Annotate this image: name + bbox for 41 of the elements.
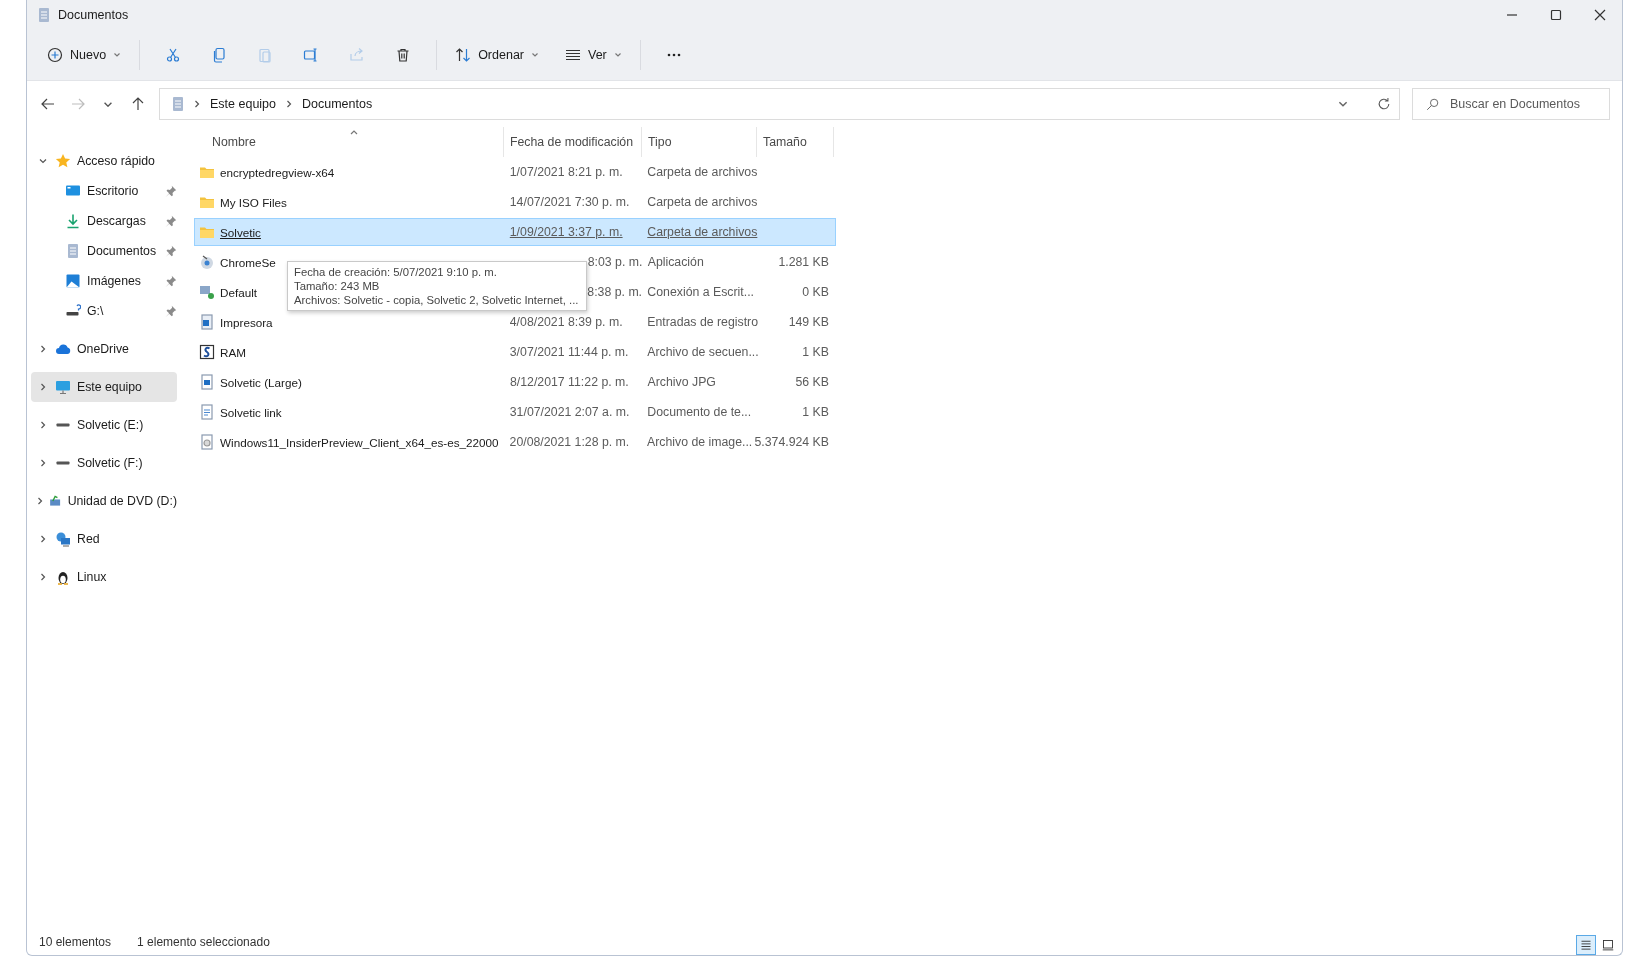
type-cell: Documento de te... [647,405,752,419]
date-cell: 3/07/2021 11:44 p. m. [509,345,629,359]
file-name: Impresora [220,315,273,329]
date-cell: 1/09/2021 3:37 p. m. [509,225,623,239]
date-cell: 14/07/2021 7:30 p. m. [509,195,630,209]
date-cell: 1/07/2021 8:21 p. m. [509,165,623,179]
type-cell: Entradas de registro [647,315,758,329]
date-cell: 8/12/2017 11:22 p. m. [510,375,629,389]
file-name: encryptedregview-x64 [220,165,335,179]
file-name: Windows11_InsiderPreview_Client_x64_es-es_22000 [220,435,499,449]
status-text: 10 elementos [39,935,112,949]
type-cell: Archivo de image... [647,435,753,449]
size-cell: 56 KB [795,375,829,389]
tooltip: Fecha de creación: 5/07/2021 9:10 p. m. Tamaño: 243 MB Archivos: Solvetic - copia, Solvetic 2, Solvetic Internet, ... [287,261,587,311]
type-cell: Conexión a Escrit... [647,285,754,299]
date-cell: 8:38 p. m. [587,285,643,299]
date-cell: 20/08/2021 1:28 p. m. [509,435,630,449]
type-cell: Archivo de secuen... [647,345,759,359]
file-name: Solvetic (Large) [220,375,302,389]
file-name: Solvetic [220,225,261,239]
file-name: My ISO Files [220,195,287,209]
date-cell: 8:03 p. m. [587,255,643,269]
type-cell: Archivo JPG [647,375,716,389]
window-title: Documentos [58,8,129,22]
size-cell: 0 KB [802,285,829,299]
status-text: 1 elemento seleccionado [137,935,270,949]
file-name: RAM [220,345,246,359]
type-cell: Carpeta de archivos [647,195,758,209]
type-cell: Aplicación [647,255,704,269]
type-cell: Carpeta de archivos [647,225,758,239]
file-name: Default [220,285,258,299]
size-cell: 1 KB [802,345,829,359]
date-cell: 4/08/2021 8:39 p. m. [509,315,623,329]
file-name: ChromeSe [220,255,276,269]
date-cell: 31/07/2021 2:07 a. m. [509,405,630,419]
file-name: Solvetic link [220,405,282,419]
size-cell: 5.374.924 KB [754,435,829,449]
type-cell: Carpeta de archivos [647,165,758,179]
size-cell: 1 KB [802,405,829,419]
size-cell: 1.281 KB [778,255,829,269]
size-cell: 149 KB [788,315,829,329]
